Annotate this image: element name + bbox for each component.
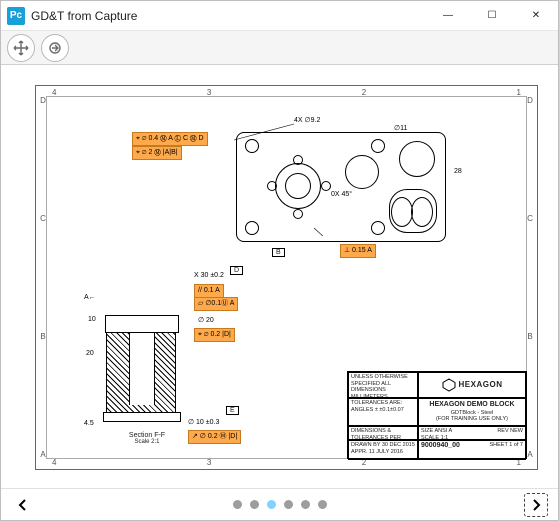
- app-icon: Pc: [7, 7, 25, 25]
- page-dot-4[interactable]: [284, 500, 293, 509]
- close-button[interactable]: ✕: [514, 1, 558, 31]
- page-dot-5[interactable]: [301, 500, 310, 509]
- next-page-button[interactable]: [524, 493, 548, 517]
- link-tool-button[interactable]: [41, 34, 69, 62]
- fcf-bot[interactable]: ↗ ∅ 0.2 Ⓜ |D|: [188, 430, 241, 444]
- fcf-par-1[interactable]: // 0.1 A: [194, 284, 224, 298]
- maximize-button[interactable]: ☐: [470, 1, 514, 31]
- move-tool-button[interactable]: [7, 34, 35, 62]
- fcf-top-1[interactable]: ⌖ ∅ 0.4 Ⓜ A Ⓛ C Ⓜ D: [132, 132, 208, 146]
- dim-10: 10: [88, 316, 96, 323]
- page-dot-6[interactable]: [318, 500, 327, 509]
- datum-e: E: [226, 406, 239, 415]
- tb-gen-tol: UNLESS OTHERWISE SPECIFIED ALL DIMENSION…: [348, 372, 418, 398]
- chevron-left-icon: [16, 498, 30, 512]
- tb-part: HEXAGON DEMO BLOCK GDTBlock - Steel (FOR…: [418, 398, 526, 426]
- app-window: Pc GD&T from Capture — ☐ ✕ 4321 4321 DCB: [0, 0, 559, 521]
- move-icon: [13, 40, 29, 56]
- chamfer-note: 0X 45°: [331, 191, 352, 198]
- minimize-button[interactable]: —: [426, 1, 470, 31]
- tb-dwg: 9000940_00 SHEET 1 of 7: [418, 440, 526, 460]
- page-dot-1[interactable]: [233, 500, 242, 509]
- dim-45: 4.5: [84, 420, 94, 427]
- drawing-sheet: 4321 4321 DCBA DCBA: [35, 85, 538, 470]
- dia-20: ∅ 20: [198, 316, 214, 324]
- drawing-canvas[interactable]: 4321 4321 DCBA DCBA: [1, 65, 558, 488]
- dia-bot: ∅ 10 ±0.3: [188, 418, 219, 426]
- page-dot-3[interactable]: [267, 500, 276, 509]
- toolbar: [1, 31, 558, 65]
- prev-page-button[interactable]: [11, 493, 35, 517]
- tb-signoff: DRAWN BY 30 DEC 2015 APPR. 11 JULY 2016: [348, 440, 418, 460]
- dim-x30: X 30 ±0.2: [194, 272, 224, 279]
- hole-count-note: 4X ∅9.2: [294, 116, 320, 124]
- title-block: UNLESS OTHERWISE SPECIFIED ALL DIMENSION…: [347, 371, 527, 459]
- window-title: GD&T from Capture: [31, 9, 426, 23]
- page-dots: [233, 500, 327, 509]
- fcf-par-2[interactable]: ⏥ ∅0.1Ⓤ A: [194, 297, 238, 311]
- link-icon: [47, 40, 63, 56]
- dia-11-note: ∅11: [394, 124, 407, 132]
- tb-ansi: SIZE ANSI A REV NEW SCALE 1:1: [418, 426, 526, 440]
- titlebar: Pc GD&T from Capture — ☐ ✕: [1, 1, 558, 31]
- top-view: 0X 45°: [236, 132, 446, 242]
- datum-b: B: [272, 248, 285, 257]
- tb-hexagon-logo: HEXAGON: [418, 372, 526, 398]
- datum-d: D: [230, 266, 243, 275]
- chevron-right-icon: [529, 498, 543, 512]
- fcf-top-2[interactable]: ⌖ ∅ 2 Ⓜ |A|B|: [132, 146, 182, 160]
- fcf-perp[interactable]: ⊥ 0.15 A: [340, 244, 376, 258]
- tb-dim-per: DIMENSIONS & TOLERANCES PER ASME Y14.5-2…: [348, 426, 418, 440]
- datum-a-flag: A←: [84, 294, 96, 301]
- dim-20: 20: [86, 350, 94, 357]
- dim-28-note: 28: [454, 168, 462, 175]
- footer-pager: [1, 488, 558, 520]
- section-label: Section F-F Scale 2:1: [102, 432, 192, 445]
- page-dot-2[interactable]: [250, 500, 259, 509]
- fcf-pos-20[interactable]: ⌖ ∅ 0.2 |D|: [194, 328, 235, 342]
- tb-tolerances: TOLERANCES ARE: ANGLES ± ±0.1±0.07: [348, 398, 418, 426]
- hexagon-icon: [442, 378, 456, 392]
